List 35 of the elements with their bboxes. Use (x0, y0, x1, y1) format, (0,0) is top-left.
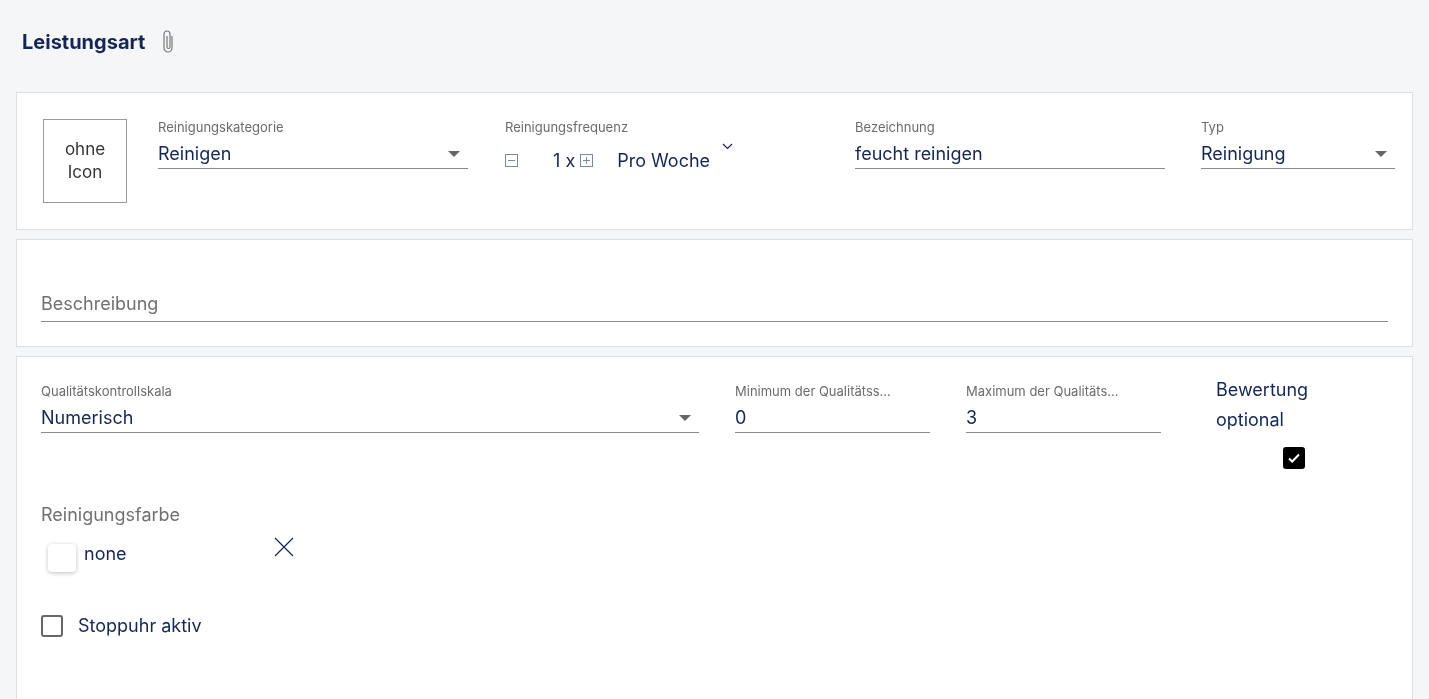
description-field[interactable]: Beschreibung (41, 286, 1388, 322)
frequency-count: 1 x (553, 148, 576, 173)
dropdown-caret-icon (448, 150, 460, 157)
select-field[interactable]: Numerisch (41, 403, 699, 433)
color-swatch[interactable] (48, 544, 76, 572)
checkbox-label: Bewertung optional (1216, 378, 1310, 432)
minus-button[interactable] (505, 153, 518, 167)
plus-icon (583, 156, 591, 164)
select-field[interactable]: Reinigen (158, 139, 468, 169)
chevron-down-icon (722, 142, 734, 150)
color-value: none (84, 541, 128, 566)
input-field[interactable]: feucht reinigen (855, 139, 1165, 169)
field-label: Reinigungsfarbe (41, 503, 182, 527)
field-label: Reinigungsfrequenz (505, 119, 630, 135)
field-label: Minimum der Qualitätss... (735, 383, 892, 399)
period-dropdown[interactable]: Pro Woche (617, 146, 734, 174)
page-title: Leistungsart (22, 29, 146, 56)
icon-placeholder[interactable]: ohne Icon (43, 119, 127, 203)
input-field[interactable]: 3 (966, 403, 1161, 433)
close-icon[interactable] (274, 537, 294, 557)
checkbox[interactable] (41, 614, 63, 637)
select-field[interactable]: Reinigung (1201, 139, 1395, 169)
field-label: Qualitätskontrollskala (41, 383, 173, 399)
field-label: Maximum der Qualitäts... (966, 383, 1120, 399)
field-label: Typ (1201, 119, 1225, 135)
checkbox[interactable] (1283, 447, 1305, 469)
dropdown-caret-icon (1375, 150, 1387, 157)
field-label: Reinigungskategorie (158, 119, 285, 135)
minus-icon (508, 159, 515, 161)
field-label: Bezeichnung (855, 119, 936, 135)
dropdown-caret-icon (679, 414, 691, 421)
input-field[interactable]: 0 (735, 403, 930, 433)
plus-button[interactable] (580, 153, 594, 167)
checkbox-label: Stoppuhr aktiv (78, 614, 202, 638)
paperclip-icon[interactable] (161, 29, 176, 55)
